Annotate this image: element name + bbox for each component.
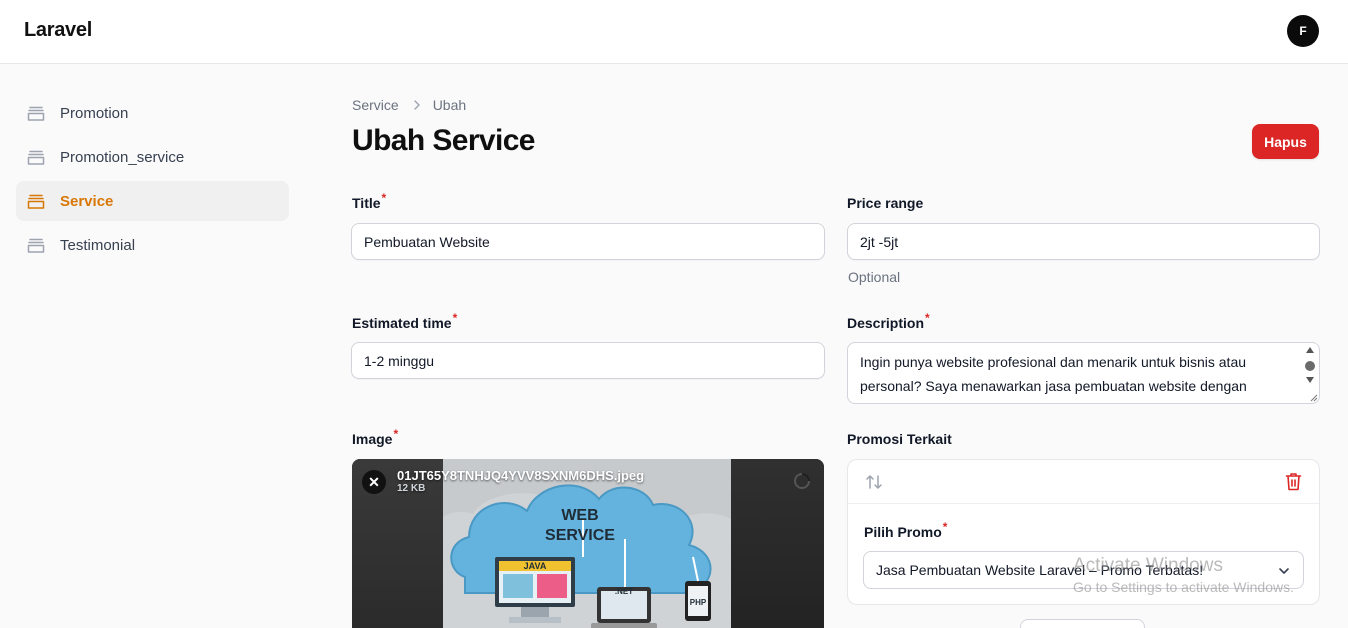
loading-spinner-icon xyxy=(794,473,810,489)
sidebar-item-label: Promotion xyxy=(60,104,129,122)
remove-file-button[interactable]: ✕ xyxy=(362,470,386,494)
stack-icon xyxy=(27,194,45,209)
description-textarea[interactable]: Ingin punya website profesional dan mena… xyxy=(847,342,1320,404)
user-avatar[interactable]: F xyxy=(1287,15,1319,47)
price-range-hint: Optional xyxy=(848,269,901,285)
title-label: Title* xyxy=(352,191,387,211)
promo-select[interactable]: Jasa Pembuatan Website Laravel – Promo T… xyxy=(863,551,1304,589)
scroll-thumb[interactable] xyxy=(1305,361,1315,371)
file-size: 12 KB xyxy=(397,483,426,494)
promosi-repeater: Pilih Promo* Jasa Pembuatan Website Lara… xyxy=(847,459,1320,605)
top-bar: Laravel F xyxy=(0,0,1348,64)
required-marker: * xyxy=(381,191,387,206)
stack-icon xyxy=(27,106,45,121)
estimated-time-label: Estimated time* xyxy=(352,311,458,331)
price-range-input[interactable] xyxy=(847,223,1320,260)
promo-select-value: Jasa Pembuatan Website Laravel – Promo T… xyxy=(876,562,1204,578)
stack-icon xyxy=(27,238,45,253)
svg-text:PHP: PHP xyxy=(690,598,707,607)
required-marker: * xyxy=(452,311,458,326)
image-upload-preview[interactable]: WEB SERVICE JAVA .NET PHP ✕ 01JT65Y8TNHJ… xyxy=(352,459,824,628)
uploaded-image-thumbnail: WEB SERVICE JAVA .NET PHP xyxy=(443,459,731,628)
svg-text:.NET: .NET xyxy=(615,587,633,596)
svg-text:JAVA: JAVA xyxy=(524,561,547,571)
required-marker: * xyxy=(942,520,948,535)
promosi-terkait-label: Promosi Terkait xyxy=(847,431,952,447)
required-marker: * xyxy=(925,311,930,326)
description-label: Description* xyxy=(847,311,930,331)
estimated-time-input[interactable] xyxy=(351,342,825,379)
reorder-icon[interactable] xyxy=(865,473,883,491)
resize-grip-icon[interactable] xyxy=(1308,392,1318,402)
chevron-right-icon xyxy=(413,100,421,110)
title-input[interactable] xyxy=(351,223,825,260)
trash-icon[interactable] xyxy=(1285,472,1302,491)
chevron-down-icon xyxy=(1279,568,1289,574)
sidebar-item-promotion-service[interactable]: Promotion_service xyxy=(16,137,289,177)
sidebar-item-label: Testimonial xyxy=(60,236,136,254)
image-label: Image* xyxy=(352,427,399,447)
sidebar-item-promotion[interactable]: Promotion xyxy=(16,93,289,133)
scroll-up-arrow-icon[interactable] xyxy=(1306,347,1314,353)
sidebar-item-label: Service xyxy=(60,192,114,210)
stack-icon xyxy=(27,150,45,165)
page-title: Ubah Service xyxy=(352,124,536,157)
svg-text:SERVICE: SERVICE xyxy=(545,527,615,544)
add-promo-button[interactable] xyxy=(1020,619,1145,628)
sidebar-item-testimonial[interactable]: Testimonial xyxy=(16,225,289,265)
delete-button[interactable]: Hapus xyxy=(1252,124,1319,159)
repeater-item-header xyxy=(848,460,1319,504)
breadcrumb-link-service[interactable]: Service xyxy=(352,97,399,113)
price-range-label: Price range xyxy=(847,195,924,211)
breadcrumb: Service Ubah xyxy=(352,97,466,113)
brand-logo[interactable]: Laravel xyxy=(24,19,92,42)
pilih-promo-label: Pilih Promo* xyxy=(864,520,948,540)
sidebar-item-label: Promotion_service xyxy=(60,148,185,166)
file-name: 01JT65Y8TNHJQ4YVV8SXNM6DHS.jpeg xyxy=(397,468,645,483)
scroll-down-arrow-icon[interactable] xyxy=(1306,377,1314,383)
svg-text:WEB: WEB xyxy=(561,507,598,524)
description-text[interactable]: Ingin punya website profesional dan mena… xyxy=(860,350,1292,398)
sidebar-item-service[interactable]: Service xyxy=(16,181,289,221)
breadcrumb-current: Ubah xyxy=(432,97,467,113)
required-marker: * xyxy=(393,427,399,442)
sidebar: Promotion Promotion_service Service Test… xyxy=(16,93,289,269)
